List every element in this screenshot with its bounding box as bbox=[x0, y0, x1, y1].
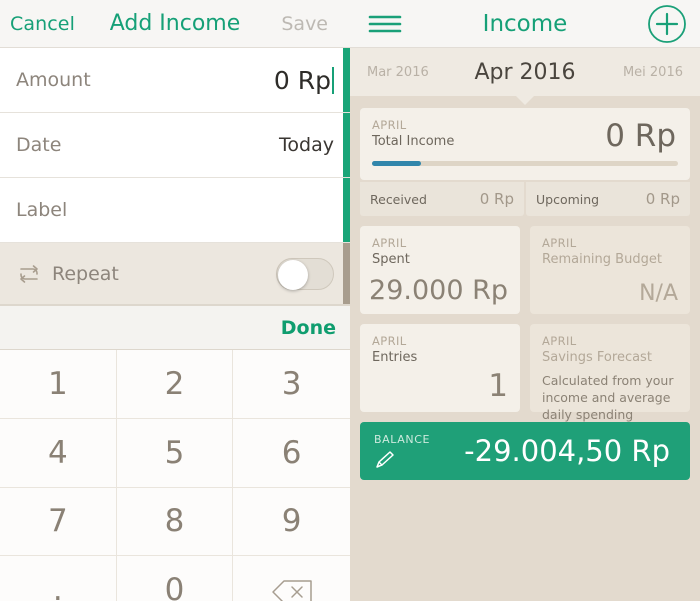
spent-card[interactable]: APRIL Spent 29.000 Rp bbox=[360, 226, 520, 314]
balance-value: -29.004,50 Rp bbox=[464, 434, 670, 468]
key-7[interactable]: 7 bbox=[0, 487, 117, 557]
total-income-progress-fill bbox=[372, 161, 421, 166]
amount-field-row[interactable]: Amount 0 Rp bbox=[0, 48, 350, 113]
spent-kicker: APRIL bbox=[372, 236, 407, 250]
repeat-accent-edge bbox=[343, 243, 350, 304]
add-income-navbar: Cancel Add Income Save bbox=[0, 0, 350, 48]
received-value: 0 Rp bbox=[479, 190, 514, 208]
date-accent-edge bbox=[343, 113, 350, 177]
amount-input[interactable]: 0 Rp bbox=[274, 66, 331, 95]
label-field-row[interactable]: Label bbox=[0, 178, 350, 243]
key-backspace[interactable] bbox=[233, 556, 350, 601]
repeat-icon bbox=[16, 263, 42, 285]
spent-label: Spent bbox=[372, 252, 410, 267]
total-income-progress bbox=[372, 161, 678, 166]
total-income-value: 0 Rp bbox=[605, 118, 676, 154]
repeat-toggle[interactable] bbox=[276, 257, 334, 290]
remaining-budget-kicker: APRIL bbox=[542, 236, 577, 250]
amount-value[interactable]: 0 Rp bbox=[274, 66, 334, 95]
remaining-budget-label: Remaining Budget bbox=[542, 252, 662, 267]
key-9[interactable]: 9 bbox=[233, 487, 350, 557]
keyboard-accessory-bar: Done bbox=[0, 305, 350, 350]
hamburger-icon[interactable] bbox=[368, 12, 402, 36]
amount-accent-edge bbox=[343, 48, 350, 112]
key-3[interactable]: 3 bbox=[233, 350, 350, 419]
key-1[interactable]: 1 bbox=[0, 350, 117, 419]
save-button[interactable]: Save bbox=[281, 13, 328, 35]
balance-left: BALANCE bbox=[374, 433, 430, 470]
month-previous[interactable]: Mar 2016 bbox=[367, 65, 429, 80]
income-form: Amount 0 Rp Date Today Label Repeat bbox=[0, 48, 350, 305]
date-field-row[interactable]: Date Today bbox=[0, 113, 350, 178]
key-8[interactable]: 8 bbox=[116, 487, 234, 557]
backspace-icon bbox=[271, 577, 313, 601]
cancel-button[interactable]: Cancel bbox=[10, 13, 75, 35]
upcoming-cell[interactable]: Upcoming 0 Rp bbox=[526, 182, 690, 216]
key-2[interactable]: 2 bbox=[116, 350, 234, 419]
date-label: Date bbox=[16, 134, 62, 156]
remaining-budget-value: N/A bbox=[639, 281, 678, 306]
remaining-budget-card[interactable]: APRIL Remaining Budget N/A bbox=[530, 226, 690, 314]
label-accent-edge bbox=[343, 178, 350, 242]
key-0[interactable]: 0 bbox=[116, 556, 234, 601]
income-dashboard-panel: Income Mar 2016 Apr 2016 Mei 2016 APRIL … bbox=[350, 0, 700, 601]
entries-value: 1 bbox=[488, 368, 508, 404]
key-decimal[interactable]: . bbox=[0, 556, 117, 601]
date-value[interactable]: Today bbox=[279, 134, 334, 156]
entries-card[interactable]: APRIL Entries 1 bbox=[360, 324, 520, 412]
key-4[interactable]: 4 bbox=[0, 418, 117, 488]
balance-card[interactable]: BALANCE -29.004,50 Rp bbox=[360, 422, 690, 480]
pencil-icon[interactable] bbox=[374, 450, 396, 470]
label-label: Label bbox=[16, 199, 68, 221]
plus-circle-icon[interactable] bbox=[646, 3, 688, 45]
key-6[interactable]: 6 bbox=[233, 418, 350, 488]
month-next[interactable]: Mei 2016 bbox=[623, 65, 683, 80]
numeric-keypad: 1 2 3 4 5 6 7 8 9 . 0 bbox=[0, 350, 350, 601]
key-5[interactable]: 5 bbox=[116, 418, 234, 488]
add-income-panel: Cancel Add Income Save Amount 0 Rp Date … bbox=[0, 0, 350, 601]
savings-forecast-note: Calculated from your income and average … bbox=[542, 373, 674, 422]
text-cursor bbox=[332, 66, 334, 94]
received-cell[interactable]: Received 0 Rp bbox=[360, 182, 524, 216]
amount-label: Amount bbox=[16, 69, 91, 91]
upcoming-value: 0 Rp bbox=[645, 190, 680, 208]
total-income-card[interactable]: APRIL Total Income 0 Rp bbox=[360, 108, 690, 180]
entries-kicker: APRIL bbox=[372, 334, 407, 348]
cards-row-entries-forecast: APRIL Entries 1 APRIL Savings Forecast C… bbox=[360, 324, 690, 422]
upcoming-label: Upcoming bbox=[536, 191, 600, 207]
dashboard-navbar: Income bbox=[350, 0, 700, 48]
savings-forecast-label: Savings Forecast bbox=[542, 350, 652, 365]
cards-row-spent-budget: APRIL Spent 29.000 Rp APRIL Remaining Bu… bbox=[360, 226, 690, 314]
month-selector: Mar 2016 Apr 2016 Mei 2016 bbox=[350, 48, 700, 105]
repeat-toggle-knob bbox=[278, 259, 308, 290]
spent-value: 29.000 Rp bbox=[369, 275, 508, 306]
entries-label: Entries bbox=[372, 350, 418, 365]
received-label: Received bbox=[370, 191, 427, 207]
repeat-field-row[interactable]: Repeat bbox=[0, 243, 350, 305]
savings-forecast-kicker: APRIL bbox=[542, 334, 577, 348]
app-root: Cancel Add Income Save Amount 0 Rp Date … bbox=[0, 0, 700, 601]
balance-kicker: BALANCE bbox=[374, 432, 431, 446]
done-button[interactable]: Done bbox=[281, 317, 336, 339]
summary-cards: APRIL Total Income 0 Rp Received 0 Rp Up… bbox=[350, 96, 700, 480]
repeat-label: Repeat bbox=[52, 262, 119, 285]
savings-forecast-card[interactable]: APRIL Savings Forecast Calculated from y… bbox=[530, 324, 690, 422]
income-breakdown-row: Received 0 Rp Upcoming 0 Rp bbox=[360, 182, 690, 216]
